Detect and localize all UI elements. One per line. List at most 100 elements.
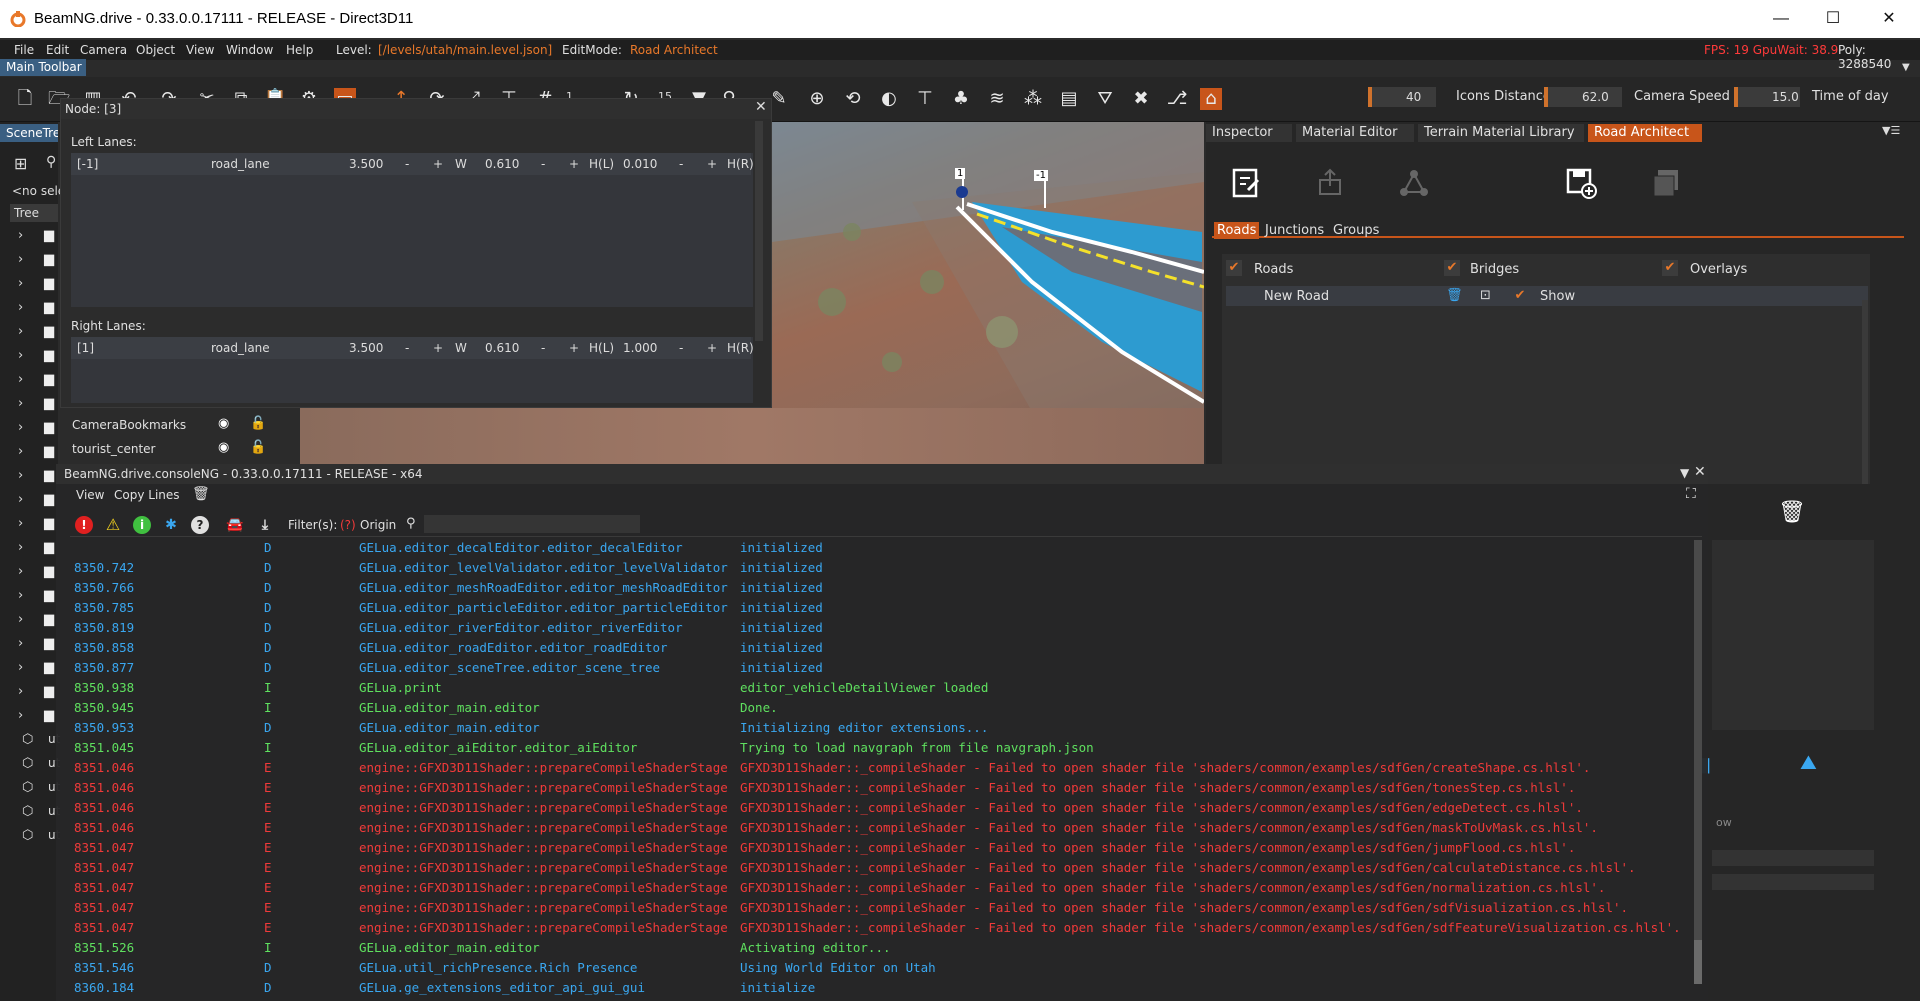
layers-icon[interactable]: ≋ [986, 88, 1008, 110]
roads-checkbox[interactable]: ✔ [1226, 260, 1242, 276]
menu-camera[interactable]: Camera [80, 43, 127, 57]
tree-item-label[interactable]: tourist_center [72, 442, 155, 456]
close-button[interactable]: ✕ [1866, 4, 1912, 34]
console-log-row[interactable] [70, 979, 1690, 999]
maximize-button[interactable]: ☐ [1810, 4, 1856, 34]
expand-chevron-icon[interactable]: › [18, 540, 23, 555]
console-log-row[interactable] [70, 559, 1690, 579]
subtab-junctions[interactable]: Junctions [1262, 222, 1327, 239]
clear-console-icon[interactable]: 🗑 [192, 486, 210, 502]
expand-chevron-icon[interactable]: › [18, 612, 23, 627]
river-icon[interactable]: ✖ [1130, 88, 1152, 110]
download-filter-icon[interactable]: ⤓ [256, 516, 274, 534]
node-panel-close-icon[interactable]: ✕ [755, 99, 767, 115]
console-log-row[interactable] [70, 699, 1690, 719]
show-road-checkbox[interactable]: ✔ [1512, 288, 1528, 304]
right-lane-row[interactable]: [1] road_lane 3.500 - + W 0.610 - + H(L)… [71, 337, 754, 359]
maximize-console-icon[interactable]: ⛶ [1686, 486, 1696, 502]
node-panel-scrollbar[interactable] [755, 121, 763, 341]
tree-item-label[interactable]: CameraBookmarks [72, 418, 186, 432]
expand-chevron-icon[interactable]: › [18, 684, 23, 699]
vehicle-filter-icon[interactable]: 🚘 [226, 516, 244, 534]
console-menu-view[interactable]: View [76, 488, 104, 502]
road-icon[interactable]: ⛛ [1094, 88, 1116, 110]
road-name[interactable]: New Road [1264, 289, 1329, 304]
expand-chevron-icon[interactable]: › [18, 348, 23, 363]
save-add-icon[interactable] [1566, 168, 1598, 200]
menu-edit[interactable]: Edit [46, 43, 69, 57]
lane-width-value[interactable]: 3.500 [349, 157, 383, 171]
decal-icon[interactable]: ⊤ [914, 88, 936, 110]
expand-chevron-icon[interactable]: › [18, 588, 23, 603]
info-filter-icon[interactable]: i [133, 516, 151, 534]
minimize-button[interactable]: — [1758, 4, 1804, 34]
search-icon[interactable]: ⚲ [406, 516, 416, 531]
console-close-icon[interactable]: ✕ [1694, 464, 1706, 480]
trash-icon[interactable]: 🗑 [1778, 500, 1806, 525]
menu-object[interactable]: Object [136, 43, 175, 57]
lane-width-plus[interactable]: + [433, 341, 443, 355]
panel-menu-icon[interactable]: ▼☰ [1882, 124, 1900, 137]
visibility-eye-icon[interactable]: ◉ [218, 416, 229, 431]
console-log-row[interactable] [70, 539, 1690, 559]
expand-chevron-icon[interactable]: › [18, 636, 23, 651]
filters-help[interactable]: (?) [340, 518, 356, 532]
delete-road-icon[interactable]: 🗑 [1446, 288, 1463, 303]
origin-search-input[interactable] [424, 515, 640, 533]
lane-hr-plus[interactable]: + [707, 341, 717, 355]
console-menu-copy-lines[interactable]: Copy Lines [114, 488, 180, 502]
expand-chevron-icon[interactable]: › [18, 420, 23, 435]
export-icon[interactable] [1316, 168, 1344, 198]
debug-filter-icon[interactable]: ✱ [162, 516, 180, 534]
camera-speed-field[interactable]: 62.0 [1544, 87, 1622, 107]
expand-chevron-icon[interactable]: › [18, 276, 23, 291]
lane-width-minus[interactable]: - [405, 341, 409, 355]
expand-chevron-icon[interactable]: › [18, 324, 23, 339]
console-log-row[interactable] [70, 659, 1690, 679]
property-field-2[interactable] [1712, 874, 1874, 890]
expand-chevron-icon[interactable]: › [18, 708, 23, 723]
add-folder-icon[interactable]: ⊞ [14, 154, 27, 173]
expand-chevron-icon[interactable]: › [18, 660, 23, 675]
lane-hr-plus[interactable]: + [707, 157, 717, 171]
help-filter-icon[interactable]: ? [191, 516, 209, 534]
lane-hl-minus[interactable]: - [541, 341, 545, 355]
expand-chevron-icon[interactable]: › [18, 396, 23, 411]
expand-chevron-icon[interactable]: › [18, 252, 23, 267]
expand-chevron-icon[interactable]: › [18, 444, 23, 459]
path-icon[interactable]: ⟲ [842, 88, 864, 110]
lane-width-value[interactable]: 3.500 [349, 341, 383, 355]
lock-icon[interactable]: 🔓 [250, 416, 266, 431]
console-log-row[interactable] [70, 639, 1690, 659]
road-architect-icon[interactable]: ⌂ [1200, 88, 1222, 110]
tab-road-architect[interactable]: Road Architect [1588, 124, 1702, 142]
expand-chevron-icon[interactable]: › [18, 564, 23, 579]
lane-hr-minus[interactable]: - [679, 341, 683, 355]
lane-hl-plus[interactable]: + [569, 341, 579, 355]
menu-window[interactable]: Window [226, 43, 273, 57]
visibility-eye-icon[interactable]: ◉ [218, 440, 229, 455]
tab-material-editor[interactable]: Material Editor [1296, 124, 1414, 142]
menu-view[interactable]: View [186, 43, 214, 57]
subtab-groups[interactable]: Groups [1330, 222, 1382, 239]
subtab-roads[interactable]: Roads [1214, 222, 1260, 239]
console-scrollbar-thumb[interactable] [1694, 940, 1702, 984]
property-field-1[interactable] [1712, 850, 1874, 866]
console-scrollbar[interactable] [1694, 540, 1702, 984]
add-circle-icon[interactable]: ⊕ [806, 88, 828, 110]
console-log-row[interactable] [70, 599, 1690, 619]
console-collapse-icon[interactable]: ▼ [1680, 466, 1689, 480]
menu-help[interactable]: Help [286, 43, 313, 57]
scatter-icon[interactable]: ⁂ [1022, 88, 1044, 110]
lane-hr-minus[interactable]: - [679, 157, 683, 171]
tab-inspector[interactable]: Inspector [1206, 124, 1292, 142]
menu-file[interactable]: File [14, 43, 34, 57]
expand-chevron-icon[interactable]: › [18, 228, 23, 243]
group-nodes-icon[interactable] [1398, 168, 1430, 198]
lane-hl-value[interactable]: 0.610 [485, 341, 519, 355]
search-icon[interactable]: ⚲ [46, 154, 56, 170]
lane-hr-value[interactable]: 1.000 [623, 341, 657, 355]
forest-icon[interactable]: ♣ [950, 88, 972, 110]
lock-icon[interactable]: 🔓 [250, 440, 266, 455]
terrain-paint-icon[interactable]: ◐ [878, 88, 900, 110]
